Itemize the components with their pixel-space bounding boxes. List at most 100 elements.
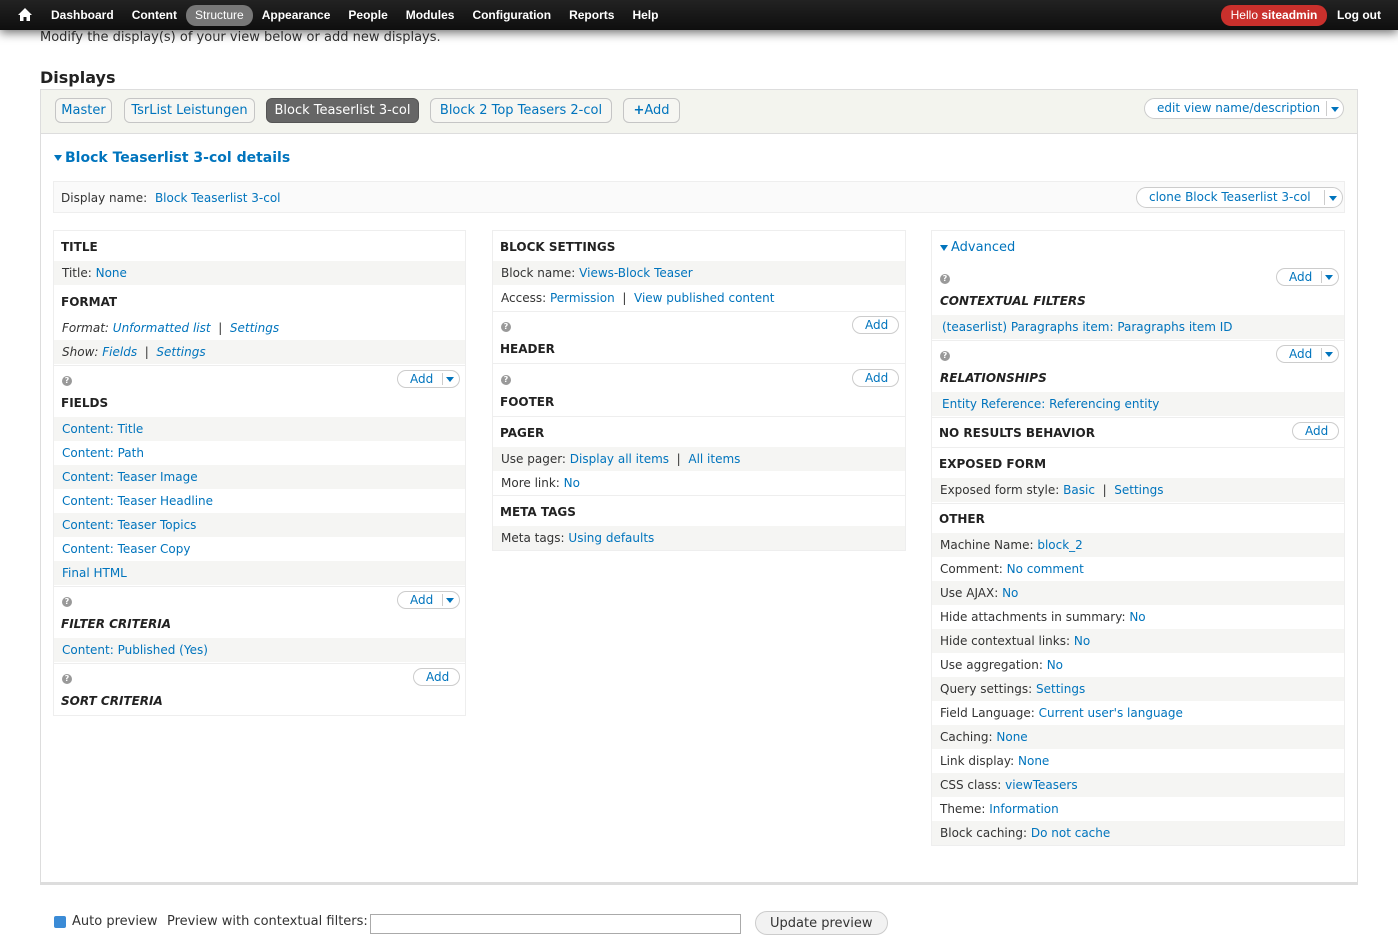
setting-value-link[interactable]: Information [989, 802, 1058, 816]
setting-label: Comment: [940, 562, 1003, 576]
chevron-down-icon[interactable] [1329, 196, 1337, 201]
divider [932, 340, 1344, 341]
setting-value-link[interactable]: No [1002, 586, 1018, 600]
fields-add-dropbutton[interactable]: Add [397, 370, 460, 388]
relationship-link[interactable]: Entity Reference: Referencing entity [942, 397, 1159, 411]
table-row: Machine Name: block_2 [932, 533, 1344, 557]
chevron-down-icon[interactable] [1325, 352, 1333, 357]
contextual-filters-input[interactable] [370, 914, 741, 934]
relationships-heading: RELATIONSHIPS [940, 371, 1047, 385]
tab-block-teaserlist-3col[interactable]: Block Teaserlist 3-col [266, 98, 419, 123]
home-icon[interactable] [15, 5, 35, 25]
filter-link[interactable]: Content: Published (Yes) [62, 643, 208, 657]
table-row: Comment: No comment [932, 557, 1344, 581]
block-name-link[interactable]: Views-Block Teaser [579, 266, 693, 280]
format-settings-link[interactable]: Settings [230, 321, 279, 335]
add-label[interactable]: Add [865, 317, 888, 333]
clone-label[interactable]: clone Block Teaserlist 3-col [1149, 188, 1311, 207]
auto-preview-checkbox[interactable] [54, 916, 66, 928]
sort-add-button[interactable]: Add [413, 668, 460, 686]
add-label[interactable]: Add [410, 592, 433, 608]
menu-people[interactable]: People [339, 5, 396, 26]
setting-value-link[interactable]: No [1047, 658, 1063, 672]
tab-master[interactable]: Master [55, 98, 112, 123]
field-link[interactable]: Content: Title [62, 422, 143, 436]
update-preview-button[interactable]: Update preview [755, 911, 888, 935]
more-link-value[interactable]: No [564, 476, 580, 490]
chevron-down-icon[interactable] [1331, 107, 1339, 112]
details-toggle[interactable]: Block Teaserlist 3-col details [54, 150, 290, 166]
table-row: Link display: None [932, 749, 1344, 773]
field-link[interactable]: Final HTML [62, 566, 127, 580]
setting-value-link[interactable]: viewTeasers [1005, 778, 1077, 792]
format-value-link[interactable]: Unformatted list [113, 321, 211, 335]
menu-help[interactable]: Help [623, 5, 667, 26]
tab-block-2-top-teasers[interactable]: Block 2 Top Teasers 2-col [430, 98, 612, 123]
use-pager-link[interactable]: Display all items [570, 452, 669, 466]
tab-tsrlist-leistungen[interactable]: TsrList Leistungen [124, 98, 255, 123]
logout-link[interactable]: Log out [1337, 0, 1381, 30]
setting-value-link[interactable]: block_2 [1037, 538, 1082, 552]
block-name-row: Block name: Views-Block Teaser [493, 261, 905, 285]
footer-add-button[interactable]: Add [852, 369, 899, 387]
title-value-link[interactable]: None [96, 266, 127, 280]
field-link[interactable]: Content: Teaser Copy [62, 542, 190, 556]
edit-view-dropbutton[interactable]: edit view name/description [1144, 98, 1344, 119]
menu-reports[interactable]: Reports [560, 5, 623, 26]
menu-modules[interactable]: Modules [397, 5, 464, 26]
dropbutton-separator [442, 594, 443, 606]
field-link[interactable]: Content: Teaser Headline [62, 494, 213, 508]
clone-dropbutton[interactable]: clone Block Teaserlist 3-col [1136, 187, 1343, 208]
contextual-add-dropbutton[interactable]: Add [1276, 268, 1339, 286]
setting-value-link[interactable]: Do not cache [1031, 826, 1110, 840]
setting-value-link[interactable]: Current user's language [1039, 706, 1183, 720]
menu-content[interactable]: Content [123, 5, 186, 26]
add-label[interactable]: Add [426, 669, 449, 685]
menu-structure[interactable]: Structure [186, 4, 253, 26]
chevron-down-icon[interactable] [1325, 275, 1333, 280]
field-link[interactable]: Content: Path [62, 446, 144, 460]
column-third: Advanced ? Add CONTEXTUAL FILTERS (tease… [931, 230, 1345, 846]
add-label[interactable]: Add [1305, 423, 1328, 439]
contextual-filter-link[interactable]: (teaserlist) Paragraphs item: Paragraphs… [942, 320, 1233, 334]
add-label[interactable]: Add [865, 370, 888, 386]
header-add-button[interactable]: Add [852, 316, 899, 334]
add-display-button[interactable]: +Add [623, 98, 680, 123]
setting-value-link[interactable]: No [1074, 634, 1090, 648]
show-settings-link[interactable]: Settings [156, 345, 205, 359]
exposed-settings-link[interactable]: Settings [1114, 483, 1163, 497]
setting-value-link[interactable]: None [996, 730, 1027, 744]
filter-add-dropbutton[interactable]: Add [397, 591, 460, 609]
meta-tags-link[interactable]: Using defaults [568, 531, 654, 545]
no-results-add-button[interactable]: Add [1292, 422, 1339, 440]
access-settings-link[interactable]: View published content [634, 291, 774, 305]
user-badge[interactable]: Hello siteadmin [1221, 5, 1327, 26]
admin-toolbar: Dashboard Content Structure Appearance P… [0, 0, 1398, 30]
menu-appearance[interactable]: Appearance [253, 5, 340, 26]
setting-value-link[interactable]: Settings [1036, 682, 1085, 696]
setting-value-link[interactable]: No [1129, 610, 1145, 624]
edit-view-label[interactable]: edit view name/description [1157, 99, 1320, 118]
chevron-down-icon[interactable] [446, 598, 454, 603]
menu-dashboard[interactable]: Dashboard [42, 5, 123, 26]
chevron-down-icon[interactable] [446, 377, 454, 382]
add-label[interactable]: Add [1289, 346, 1312, 362]
field-link[interactable]: Content: Teaser Topics [62, 518, 196, 532]
triangle-down-icon [940, 244, 948, 251]
show-value-link[interactable]: Fields [102, 345, 137, 359]
menu-configuration[interactable]: Configuration [463, 5, 560, 26]
add-label[interactable]: Add [410, 371, 433, 387]
setting-value-link[interactable]: None [1018, 754, 1049, 768]
field-link[interactable]: Content: Teaser Image [62, 470, 198, 484]
pager-items-link[interactable]: All items [688, 452, 740, 466]
exposed-form-link[interactable]: Basic [1063, 483, 1095, 497]
pager-heading: PAGER [500, 426, 545, 440]
relationships-add-dropbutton[interactable]: Add [1276, 345, 1339, 363]
list-item: (teaserlist) Paragraphs item: Paragraphs… [932, 315, 1344, 339]
setting-value-link[interactable]: No comment [1007, 562, 1084, 576]
dropbutton-separator [1321, 348, 1322, 360]
access-link[interactable]: Permission [550, 291, 615, 305]
display-name-link[interactable]: Block Teaserlist 3-col [155, 191, 281, 205]
advanced-toggle[interactable]: Advanced [940, 240, 1015, 255]
add-label[interactable]: Add [1289, 269, 1312, 285]
